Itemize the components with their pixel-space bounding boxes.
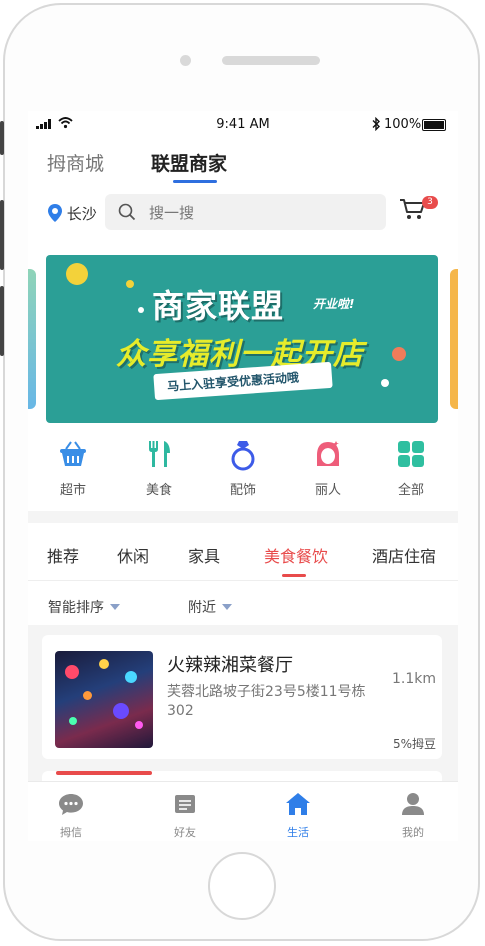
basket-icon (60, 441, 86, 466)
category-beauty[interactable]: 丽人 (298, 439, 358, 498)
sort-label: 智能排序 (48, 600, 104, 616)
sort-label: 附近 (188, 600, 216, 616)
home-icon (286, 793, 310, 815)
section-gap (28, 511, 458, 523)
nav-label: 生活 (287, 826, 309, 839)
search-input[interactable]: 搜一搜 (105, 194, 386, 230)
contacts-icon (175, 795, 195, 813)
banner-decor-dot (381, 379, 389, 387)
earpiece-speaker (222, 56, 320, 65)
banner-tag: 开业啦! (313, 297, 355, 311)
tab-hotels[interactable]: 酒店住宿 (372, 543, 436, 567)
active-tab-indicator (173, 180, 217, 183)
tab-recommended[interactable]: 推荐 (47, 543, 79, 567)
volume-down-button (0, 286, 4, 356)
user-icon (402, 793, 424, 815)
woman-icon (317, 441, 339, 466)
nav-friends[interactable]: 好友 (150, 792, 220, 840)
nav-label: 好友 (174, 826, 196, 839)
fork-knife-icon (149, 441, 170, 467)
app-screen: 9:41 AM 100% 拇商城 联盟商家 长沙 搜一搜 3 商家联盟 开业啦!… (28, 111, 458, 841)
cart-badge: 3 (422, 196, 438, 209)
category-all[interactable]: 全部 (381, 439, 441, 498)
category-food[interactable]: 美食 (129, 439, 189, 498)
tab-mu-mall[interactable]: 拇商城 (47, 149, 104, 176)
nav-messages[interactable]: 拇信 (36, 792, 106, 840)
category-label: 配饰 (229, 483, 256, 498)
ring-icon (231, 441, 255, 471)
divider (28, 580, 458, 581)
location-selector[interactable]: 长沙 (48, 203, 97, 224)
category-label: 美食 (145, 483, 172, 498)
category-supermarket[interactable]: 超市 (43, 439, 103, 498)
banner-decor-dot (138, 307, 144, 313)
active-subtab-indicator (282, 574, 306, 577)
sort-nearby-dropdown[interactable]: 附近 (188, 597, 232, 617)
bottom-nav: 拇信 好友 生活 我的 (28, 781, 458, 841)
shop-thumbnail (55, 651, 153, 748)
banner-prev-peek[interactable] (28, 269, 36, 409)
grid-icon (398, 441, 424, 467)
category-accessories[interactable]: 配饰 (213, 439, 273, 498)
tab-food-dining[interactable]: 美食餐饮 (264, 543, 328, 567)
tab-leisure[interactable]: 休闲 (117, 543, 149, 567)
volume-up-button (0, 200, 4, 270)
mute-switch (0, 121, 4, 155)
nav-profile[interactable]: 我的 (378, 792, 448, 840)
tab-furniture[interactable]: 家具 (188, 543, 220, 567)
caret-down-icon (110, 604, 120, 610)
category-label: 丽人 (314, 483, 341, 498)
banner-decor-sun (66, 263, 88, 285)
banner-next-peek[interactable] (450, 269, 458, 409)
promo-banner[interactable]: 商家联盟 开业啦! 众享福利一起开店 马上入驻享受优惠活动哦 (46, 255, 438, 423)
shop-card[interactable]: 火辣辣湘菜餐厅 芙蓉北路坡子街23号5楼11号栋302 1.1km 5%拇豆 (42, 635, 442, 759)
battery-percent: 100% (384, 117, 422, 132)
location-label: 长沙 (66, 205, 97, 223)
category-label: 全部 (397, 483, 424, 498)
status-bar: 9:41 AM 100% (28, 111, 458, 137)
banner-decor-dot (126, 280, 134, 288)
location-pin-icon (48, 204, 62, 222)
nav-life[interactable]: 生活 (263, 792, 333, 840)
nav-label: 拇信 (60, 826, 82, 839)
caret-down-icon (222, 604, 232, 610)
nav-label: 我的 (402, 826, 424, 839)
banner-decor-dot (392, 347, 406, 361)
home-button[interactable] (208, 852, 276, 920)
sort-smart-dropdown[interactable]: 智能排序 (48, 597, 120, 617)
tab-alliance-merchants[interactable]: 联盟商家 (151, 149, 227, 176)
battery-icon (422, 119, 446, 131)
search-placeholder: 搜一搜 (149, 204, 195, 222)
shop-distance: 1.1km (391, 671, 436, 687)
shop-reward: 5%拇豆 (392, 737, 436, 751)
bluetooth-icon (372, 117, 380, 131)
shop-name: 火辣辣湘菜餐厅 (167, 655, 293, 676)
front-camera (180, 55, 191, 66)
banner-title: 商家联盟 (152, 287, 285, 325)
chat-icon (59, 794, 83, 815)
shop-address: 芙蓉北路坡子街23号5楼11号栋302 (167, 684, 366, 719)
search-icon (118, 203, 136, 221)
category-label: 超市 (59, 483, 86, 498)
